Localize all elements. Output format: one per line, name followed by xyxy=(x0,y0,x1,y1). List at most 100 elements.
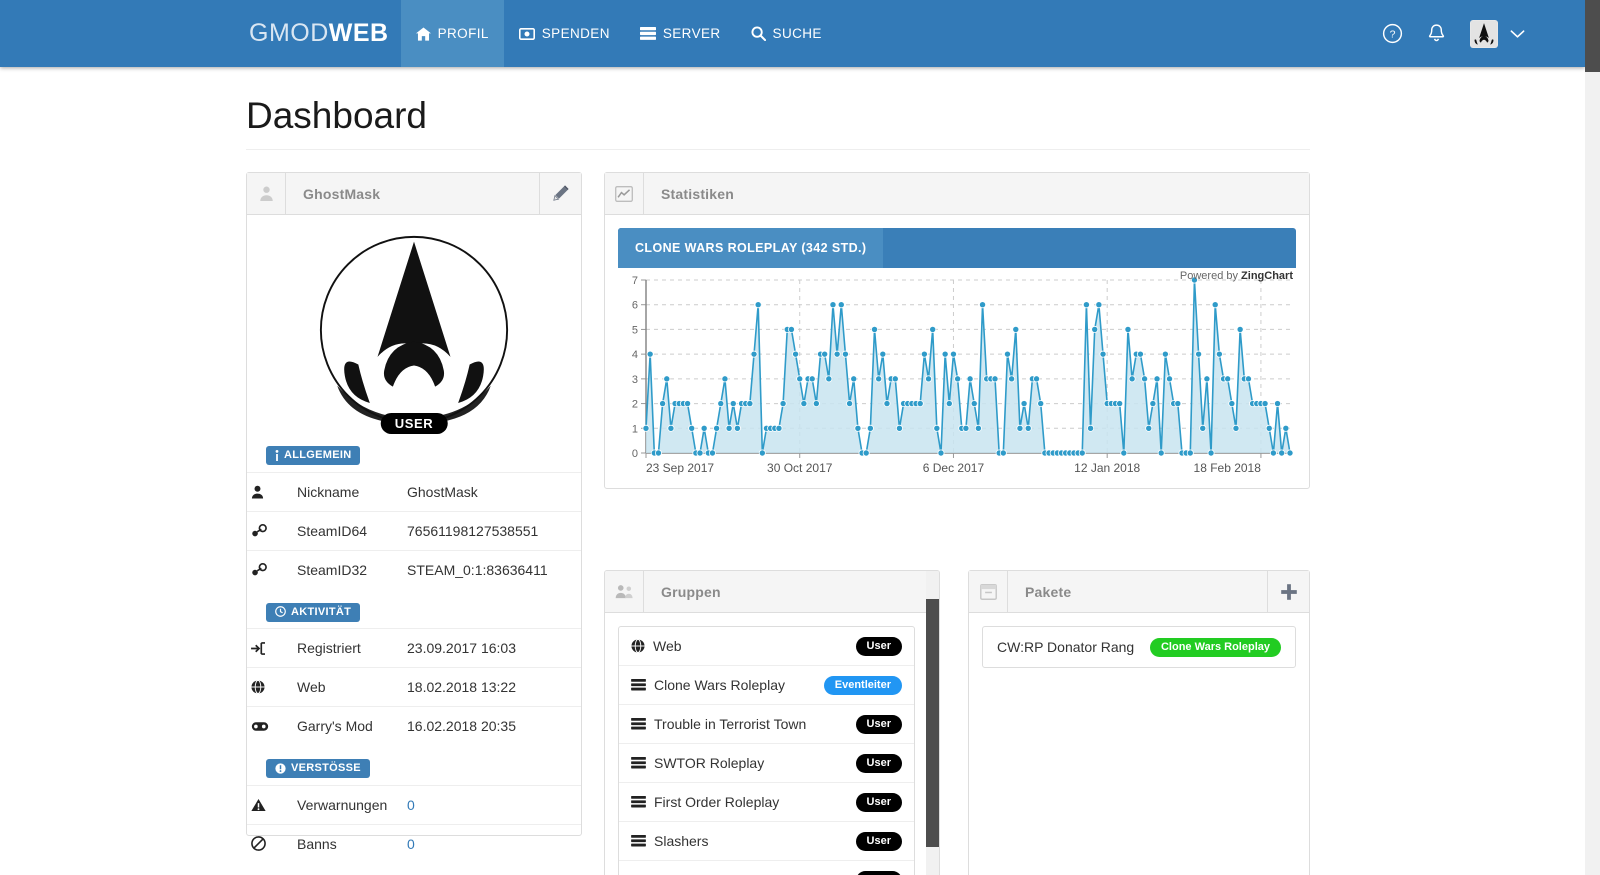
info-icon xyxy=(275,449,279,461)
group-item-name: Web xyxy=(653,638,682,654)
svg-text:12 Jan 2018: 12 Jan 2018 xyxy=(1074,461,1140,475)
group-list-item[interactable]: First Order Roleplay User xyxy=(619,783,914,822)
group-item-left: Slashers xyxy=(631,833,708,849)
package-list-item[interactable]: CW:RP Donator Rang Clone Wars Roleplay xyxy=(983,627,1295,667)
nav-item-profil-label: PROFIL xyxy=(437,26,489,41)
groups-panel-title: Gruppen xyxy=(661,583,721,600)
chart-line-icon xyxy=(605,173,644,214)
bell-icon[interactable] xyxy=(1427,23,1446,44)
brand-logo-light: GMOD xyxy=(249,19,329,47)
row-label: Garry's Mod xyxy=(297,718,373,734)
nav-item-profil[interactable]: PROFIL xyxy=(400,0,504,67)
exclamation-circle-icon xyxy=(275,762,286,774)
nav-item-server[interactable]: SERVER xyxy=(625,0,736,67)
edit-profile-button[interactable] xyxy=(539,173,581,214)
server-icon xyxy=(631,835,646,847)
table-row: Nickname GhostMask xyxy=(247,472,581,511)
groups-body: Web User Clone Wars Roleplay Eventleiter Tro… xyxy=(605,613,939,875)
group-item-badge: User xyxy=(855,636,902,656)
warning-triangle-icon xyxy=(247,785,293,824)
svg-text:4: 4 xyxy=(632,349,638,361)
groups-panel: Gruppen Web User Clone Wars Roleplay Eventl… xyxy=(604,570,940,875)
chart-credit-prefix: Powered by xyxy=(1179,270,1242,282)
chevron-down-icon[interactable] xyxy=(1510,29,1525,39)
row-label: Web xyxy=(297,679,326,695)
svg-text:18 Feb 2018: 18 Feb 2018 xyxy=(1194,461,1262,475)
svg-text:3: 3 xyxy=(632,374,638,386)
row-label: Registriert xyxy=(297,640,361,656)
groups-scrollbar-thumb[interactable] xyxy=(926,599,939,847)
avatar-rank-badge: USER xyxy=(380,413,448,434)
row-value: 23.09.2017 16:03 xyxy=(407,640,516,656)
page-scrollbar[interactable] xyxy=(1585,0,1600,875)
svg-text:6: 6 xyxy=(632,300,638,312)
profile-username: GhostMask xyxy=(303,185,381,202)
table-row: Registriert 23.09.2017 16:03 xyxy=(247,628,581,668)
server-icon xyxy=(631,796,646,808)
group-item-left: Clone Wars Roleplay xyxy=(631,677,785,693)
content-container: Dashboard GhostMask USER ALLGEMEIN Nickn… xyxy=(0,67,1585,875)
nav-item-suche[interactable]: SUCHE xyxy=(736,0,837,67)
svg-text:?: ? xyxy=(1390,29,1396,41)
nav-item-server-label: SERVER xyxy=(662,26,721,41)
group-list-item[interactable]: SWTOR Roleplay User xyxy=(619,744,914,783)
profile-activity-table: Registriert 23.09.2017 16:03 Web 18.02.2… xyxy=(247,628,581,745)
row-label: SteamID32 xyxy=(297,561,368,578)
user-avatar[interactable] xyxy=(1470,19,1498,48)
brand-logo[interactable]: GMOD WEB xyxy=(249,0,401,67)
server-icon xyxy=(631,679,646,691)
chart-canvas: 0 1 2 3 4 5 6 7 23 Sep 2017 30 Oct 2017 6 Dec 2017… xyxy=(632,275,1294,475)
group-list-item[interactable]: Trouble in Terrorist Town User xyxy=(619,705,914,744)
server-icon xyxy=(631,718,646,730)
pencil-icon xyxy=(552,185,569,202)
help-circle-icon[interactable]: ? xyxy=(1382,23,1403,44)
page-scrollbar-thumb[interactable] xyxy=(1585,0,1600,72)
group-item-badge: User xyxy=(855,792,902,812)
profile-violations-table: Verwarnungen 0 Banns 0 xyxy=(247,785,581,863)
group-item-badge: User xyxy=(855,753,902,773)
signin-icon xyxy=(247,629,293,668)
group-list-item[interactable]: Alien RoleplayUser xyxy=(619,861,914,875)
svg-text:5: 5 xyxy=(632,324,638,336)
groups-list: Web User Clone Wars Roleplay Eventleiter Tro… xyxy=(618,626,915,875)
profile-panel: GhostMask USER ALLGEMEIN Nickname GhostM… xyxy=(246,172,582,852)
chart-credit: Powered by ZingChart xyxy=(1180,270,1293,282)
tab-clone-wars-roleplay[interactable]: CLONE WARS ROLEPLAY (342 STD.) xyxy=(618,228,884,268)
avatar-wrapper: USER xyxy=(318,234,510,434)
group-item-badge: User xyxy=(855,714,902,734)
title-divider xyxy=(246,149,1310,150)
group-list-item[interactable]: Web User xyxy=(619,627,914,666)
nav-item-spenden[interactable]: SPENDEN xyxy=(504,0,625,67)
group-item-left: Trouble in Terrorist Town xyxy=(631,716,806,732)
packages-body: CW:RP Donator Rang Clone Wars Roleplay xyxy=(969,613,1309,681)
users-icon xyxy=(605,571,644,612)
activity-chart: Powered by ZingChart 0 1 2 3 4 5 6 7 23 Sep 2017… xyxy=(618,268,1296,483)
svg-text:0: 0 xyxy=(632,448,638,460)
group-item-name: SWTOR Roleplay xyxy=(654,755,765,771)
row-label: SteamID64 xyxy=(297,522,368,539)
assassins-creed-avatar-icon xyxy=(319,235,509,425)
statistics-panel-header: Statistiken xyxy=(605,173,1309,215)
row-value[interactable]: 0 xyxy=(403,824,581,863)
statistics-tabs: CLONE WARS ROLEPLAY (342 STD.) xyxy=(618,228,1296,268)
group-item-name: Trouble in Terrorist Town xyxy=(654,716,807,732)
profile-panel-header: GhostMask xyxy=(247,173,581,215)
top-navbar: GMOD WEB PROFIL SPENDEN SERVER SUCHE ? xyxy=(0,0,1585,67)
packages-panel-title: Pakete xyxy=(1025,583,1072,600)
add-package-button[interactable] xyxy=(1267,571,1309,612)
group-list-item[interactable]: Clone Wars Roleplay Eventleiter xyxy=(619,666,914,705)
svg-text:6 Dec 2017: 6 Dec 2017 xyxy=(923,461,985,475)
groups-scrollbar[interactable] xyxy=(926,571,939,875)
group-list-item[interactable]: Slashers User xyxy=(619,822,914,861)
packages-panel: Pakete CW:RP Donator Rang Clone Wars Role… xyxy=(968,570,1310,875)
profile-avatar-area: USER xyxy=(247,215,581,434)
nav-links: PROFIL SPENDEN SERVER SUCHE xyxy=(400,0,837,67)
package-item-badge: Clone Wars Roleplay xyxy=(1149,637,1281,657)
navbar-right-actions: ? xyxy=(1382,0,1525,67)
profile-general-table: Nickname GhostMask SteamID64 76561198127… xyxy=(247,472,581,589)
row-value: STEAM_0:1:83636411 xyxy=(407,561,548,578)
section-label-aktivitaet-text: AKTIVITÄT xyxy=(291,605,352,618)
section-label-verstoesse-text: VERSTÖSSE xyxy=(291,762,361,774)
gamepad-icon xyxy=(247,707,293,746)
row-value[interactable]: 0 xyxy=(403,785,581,824)
